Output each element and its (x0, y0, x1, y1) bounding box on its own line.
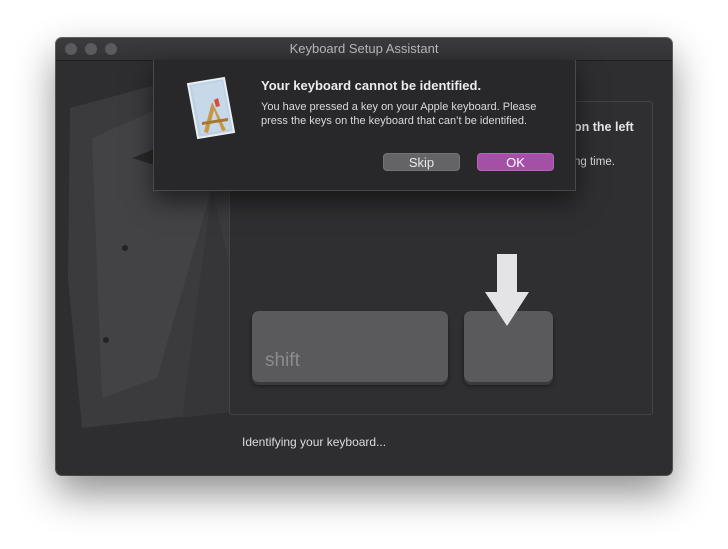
status-text: Identifying your keyboard... (242, 435, 387, 449)
panel-heading: on the left (574, 120, 634, 134)
ok-button[interactable]: OK (477, 153, 554, 171)
arrow-down-icon (485, 254, 529, 326)
panel-instructions: ng time. (574, 156, 615, 168)
keyboard-setup-app-icon (186, 76, 236, 140)
shift-key-label: shift (265, 350, 300, 371)
title-bar[interactable]: Keyboard Setup Assistant (56, 38, 672, 61)
window-title: Keyboard Setup Assistant (289, 41, 439, 56)
alert-message: You have pressed a key on your Apple key… (261, 101, 537, 127)
alert-title: Your keyboard cannot be identified. (261, 78, 482, 93)
skip-button[interactable]: Skip (383, 153, 460, 171)
shift-key: shift (252, 311, 448, 382)
alert-sheet: Your keyboard cannot be identified. You … (153, 60, 576, 191)
